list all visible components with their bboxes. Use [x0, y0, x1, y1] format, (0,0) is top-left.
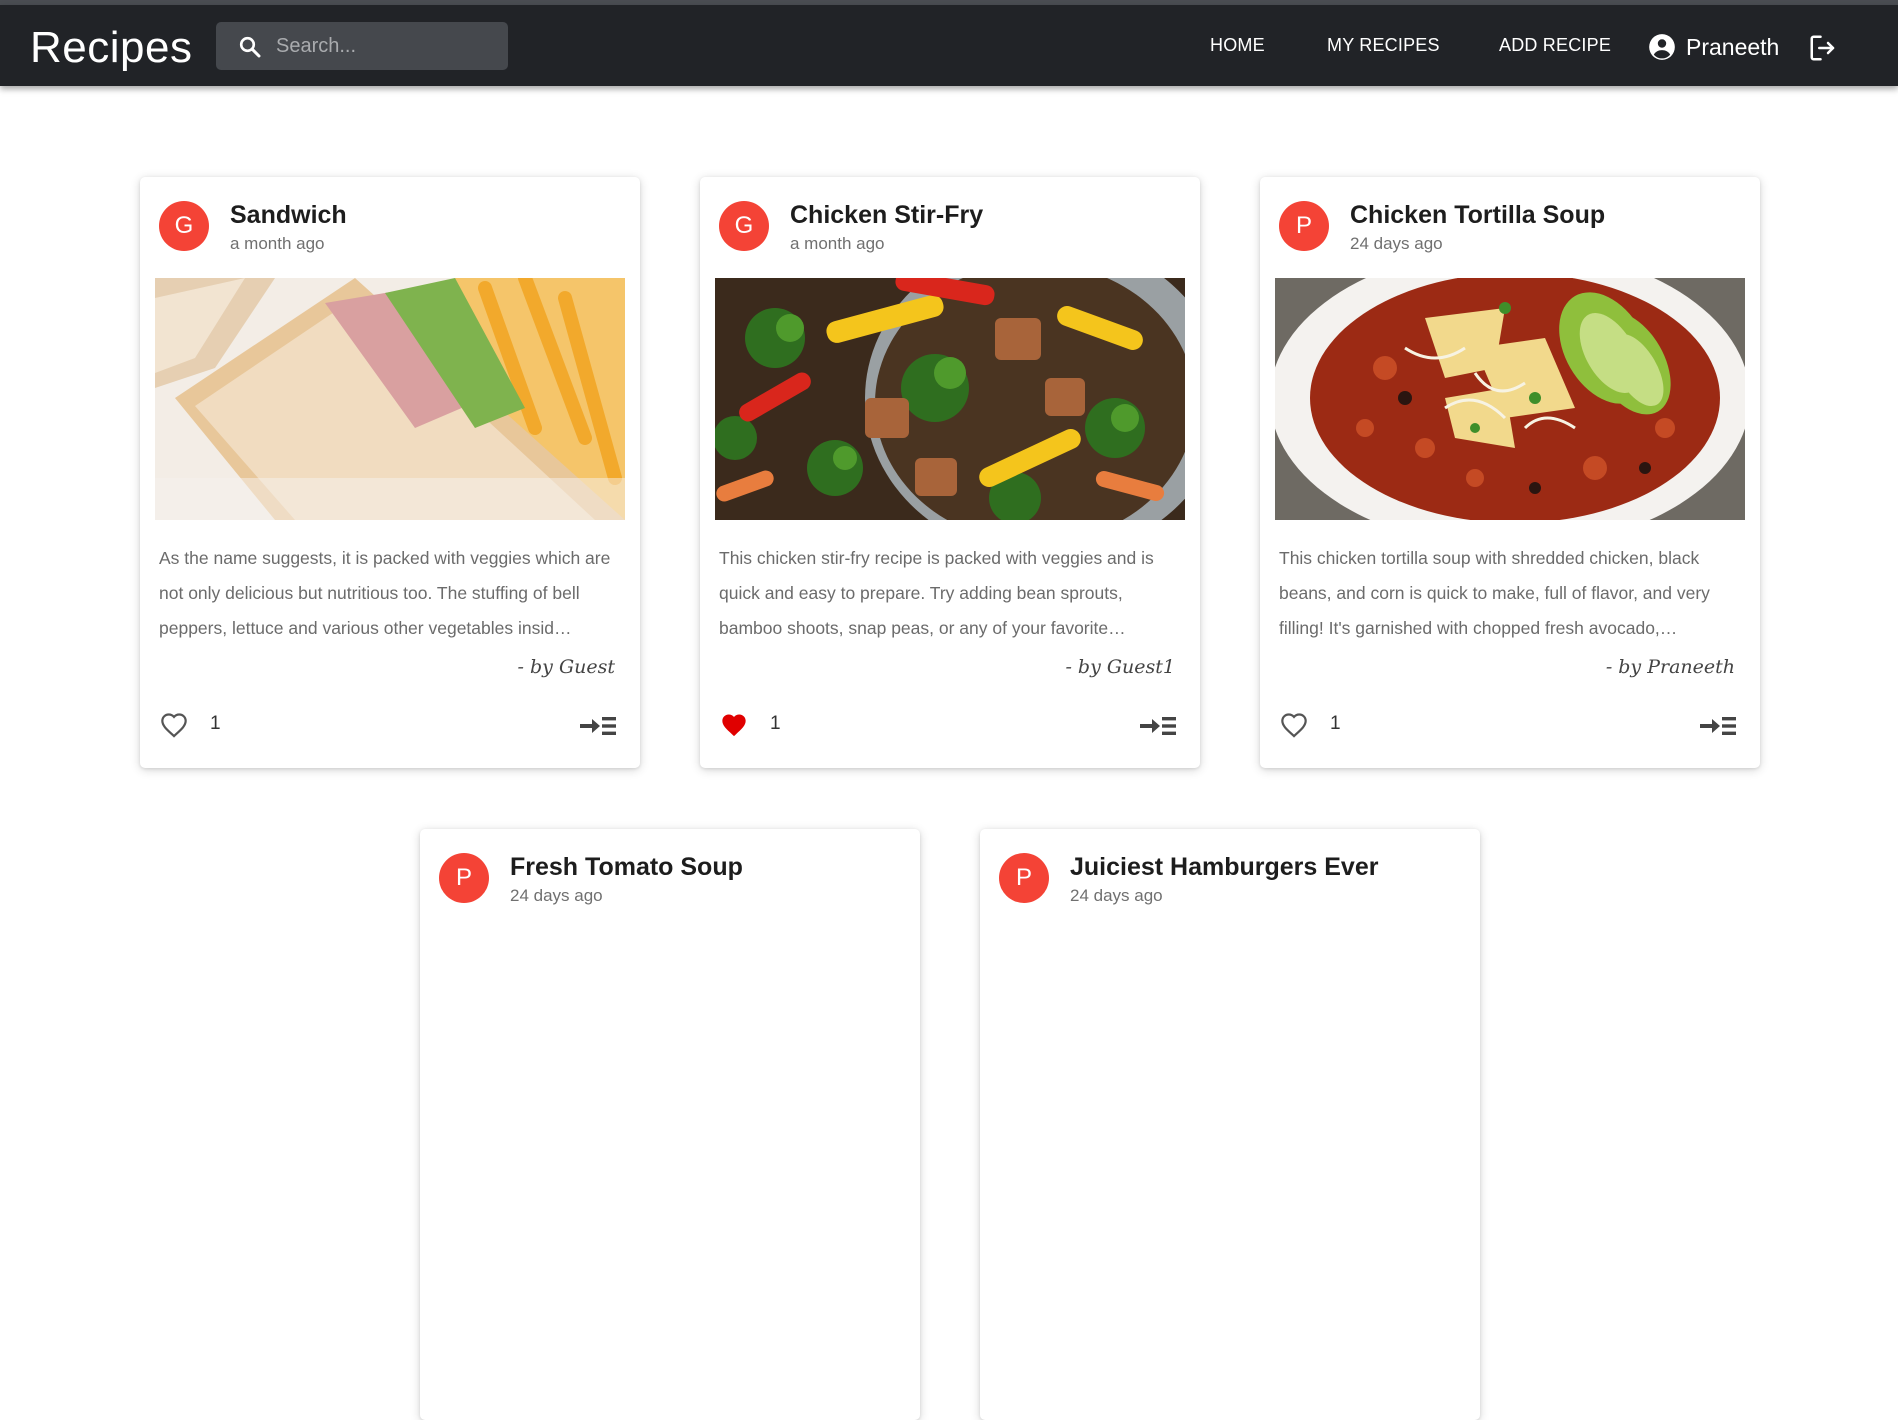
recipe-image-stir-fry[interactable] — [715, 278, 1185, 520]
recipe-date: a month ago — [230, 234, 325, 253]
recipe-author: - by Praneeth — [1605, 656, 1735, 678]
recipe-card: P Chicken Tortilla Soup 24 days ago This… — [1260, 177, 1760, 768]
navbar: Recipes HOME MY RECIPES ADD RECIPE Prane… — [0, 5, 1898, 86]
brand-logo[interactable]: Recipes — [30, 23, 192, 73]
open-recipe-icon[interactable] — [1138, 713, 1178, 739]
recipe-title[interactable]: Chicken Tortilla Soup — [1350, 201, 1605, 230]
account-circle-icon — [1649, 34, 1675, 60]
recipe-title[interactable]: Chicken Stir-Fry — [790, 201, 983, 230]
like-count: 1 — [210, 713, 221, 734]
recipe-author: - by Guest1 — [1065, 656, 1175, 678]
avatar: P — [999, 853, 1049, 903]
avatar: P — [439, 853, 489, 903]
recipe-image-tortilla-soup[interactable] — [1275, 278, 1745, 520]
recipe-description: As the name suggests, it is packed with … — [159, 548, 611, 638]
search-icon — [239, 36, 261, 58]
recipe-date: 24 days ago — [510, 886, 603, 905]
open-recipe-icon[interactable] — [1698, 713, 1738, 739]
recipe-title[interactable]: Fresh Tomato Soup — [510, 853, 743, 882]
nav-home[interactable]: HOME — [1210, 35, 1265, 56]
heart-outline-icon[interactable] — [1280, 712, 1308, 738]
heart-outline-icon[interactable] — [160, 712, 188, 738]
like-count: 1 — [1330, 713, 1341, 734]
recipe-title[interactable]: Juiciest Hamburgers Ever — [1070, 853, 1378, 882]
recipe-card: G Sandwich a month ago As the name sugge… — [140, 177, 640, 768]
recipe-date: 24 days ago — [1350, 234, 1443, 253]
open-recipe-icon[interactable] — [578, 713, 618, 739]
search-input[interactable] — [276, 30, 496, 62]
heart-filled-icon[interactable] — [720, 712, 748, 738]
recipe-image-sandwich[interactable] — [155, 278, 625, 520]
avatar: G — [159, 201, 209, 251]
nav-add-recipe[interactable]: ADD RECIPE — [1499, 35, 1611, 56]
recipe-author: - by Guest — [517, 656, 615, 678]
recipe-card: P Fresh Tomato Soup 24 days ago — [420, 829, 920, 1420]
recipe-date: 24 days ago — [1070, 886, 1163, 905]
nav-my-recipes[interactable]: MY RECIPES — [1327, 35, 1440, 56]
like-count: 1 — [770, 713, 781, 734]
recipe-title[interactable]: Sandwich — [230, 201, 347, 230]
recipe-description: This chicken stir-fry recipe is packed w… — [719, 548, 1154, 638]
user-name: Praneeth — [1686, 33, 1780, 60]
avatar: P — [1279, 201, 1329, 251]
recipe-card: P Juiciest Hamburgers Ever 24 days ago — [980, 829, 1480, 1420]
search-box[interactable] — [216, 22, 508, 70]
recipe-card: G Chicken Stir-Fry a month ago This chic… — [700, 177, 1200, 768]
avatar: G — [719, 201, 769, 251]
logout-icon[interactable] — [1808, 33, 1838, 63]
recipe-date: a month ago — [790, 234, 885, 253]
recipe-description: This chicken tortilla soup with shredded… — [1279, 548, 1710, 638]
user-menu[interactable]: Praneeth — [1648, 29, 1779, 65]
